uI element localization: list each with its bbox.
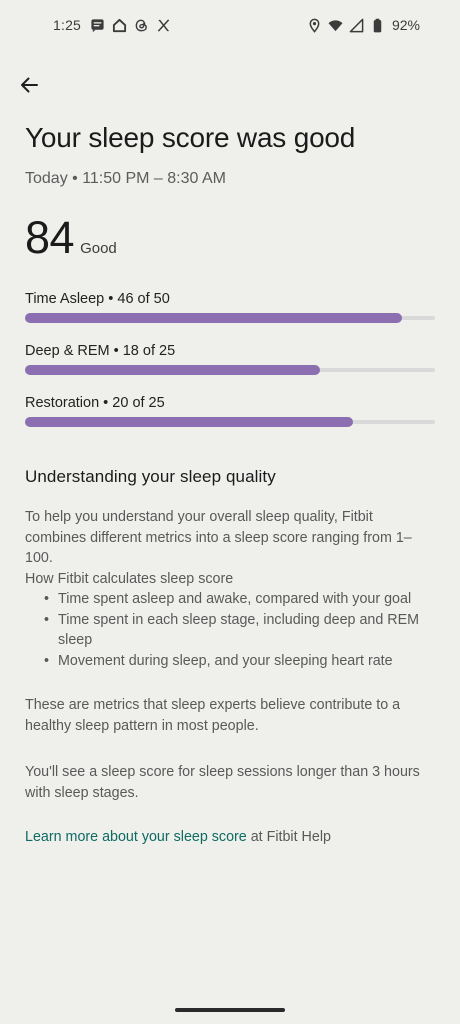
how-calculated-heading: How Fitbit calculates sleep score — [25, 570, 234, 587]
learn-more-row: Learn more about your sleep score at Fit… — [25, 827, 435, 848]
wifi-icon — [328, 18, 343, 33]
list-item: Time spent in each sleep stage, includin… — [25, 610, 435, 651]
list-item: Time spent asleep and awake, compared wi… — [25, 589, 435, 610]
sleep-session-time: Today • 11:50 PM – 8:30 AM — [25, 170, 226, 187]
metric-label: Deep & REM • 18 of 25 — [25, 343, 176, 359]
x-icon — [156, 18, 171, 33]
signal-icon — [349, 18, 364, 33]
metric-progress-track — [25, 417, 435, 427]
sleep-quality-explanation: To help you understand your overall slee… — [25, 507, 435, 671]
metric-deep-rem: Deep & REM • 18 of 25 — [25, 343, 435, 375]
battery-icon — [370, 18, 385, 33]
sleep-score: 84 Good — [25, 212, 117, 264]
metric-restoration: Restoration • 20 of 25 — [25, 395, 435, 427]
calculation-factors-list: Time spent asleep and awake, compared wi… — [25, 589, 435, 671]
metric-progress-fill — [25, 365, 321, 375]
metrics-note: These are metrics that sleep experts bel… — [25, 697, 401, 734]
status-time: 1:25 — [53, 17, 82, 33]
section-heading: Understanding your sleep quality — [25, 467, 276, 486]
page-title: Your sleep score was good — [25, 122, 356, 153]
metric-label: Time Asleep • 46 of 50 — [25, 291, 170, 307]
metric-time-asleep: Time Asleep • 46 of 50 — [25, 291, 435, 323]
metric-progress-fill — [25, 417, 353, 427]
location-icon — [307, 18, 322, 33]
metric-progress-track — [25, 365, 435, 375]
arrow-back-icon — [21, 77, 38, 93]
list-item: Movement during sleep, and your sleeping… — [25, 651, 435, 672]
sleep-score-rating: Good — [80, 240, 117, 257]
metric-progress-track — [25, 313, 435, 323]
gesture-nav-handle[interactable] — [175, 1008, 285, 1012]
learn-more-link[interactable]: Learn more about your sleep score — [25, 829, 247, 845]
battery-percentage: 92% — [391, 17, 420, 33]
threads-icon — [134, 18, 149, 33]
status-bar: 1:25 92% — [0, 0, 460, 52]
sleep-score-value: 84 — [25, 212, 75, 263]
message-icon — [90, 18, 105, 33]
sessions-note: You'll see a sleep score for sleep sessi… — [25, 764, 420, 801]
intro-text: To help you understand your overall slee… — [25, 509, 412, 566]
metric-progress-fill — [25, 313, 403, 323]
learn-more-suffix: at Fitbit Help — [246, 829, 331, 845]
home-icon — [112, 18, 127, 33]
metric-label: Restoration • 20 of 25 — [25, 395, 165, 411]
status-bar-left: 1:25 — [53, 17, 171, 33]
status-bar-right: 92% — [307, 17, 420, 33]
back-button[interactable] — [14, 70, 44, 100]
